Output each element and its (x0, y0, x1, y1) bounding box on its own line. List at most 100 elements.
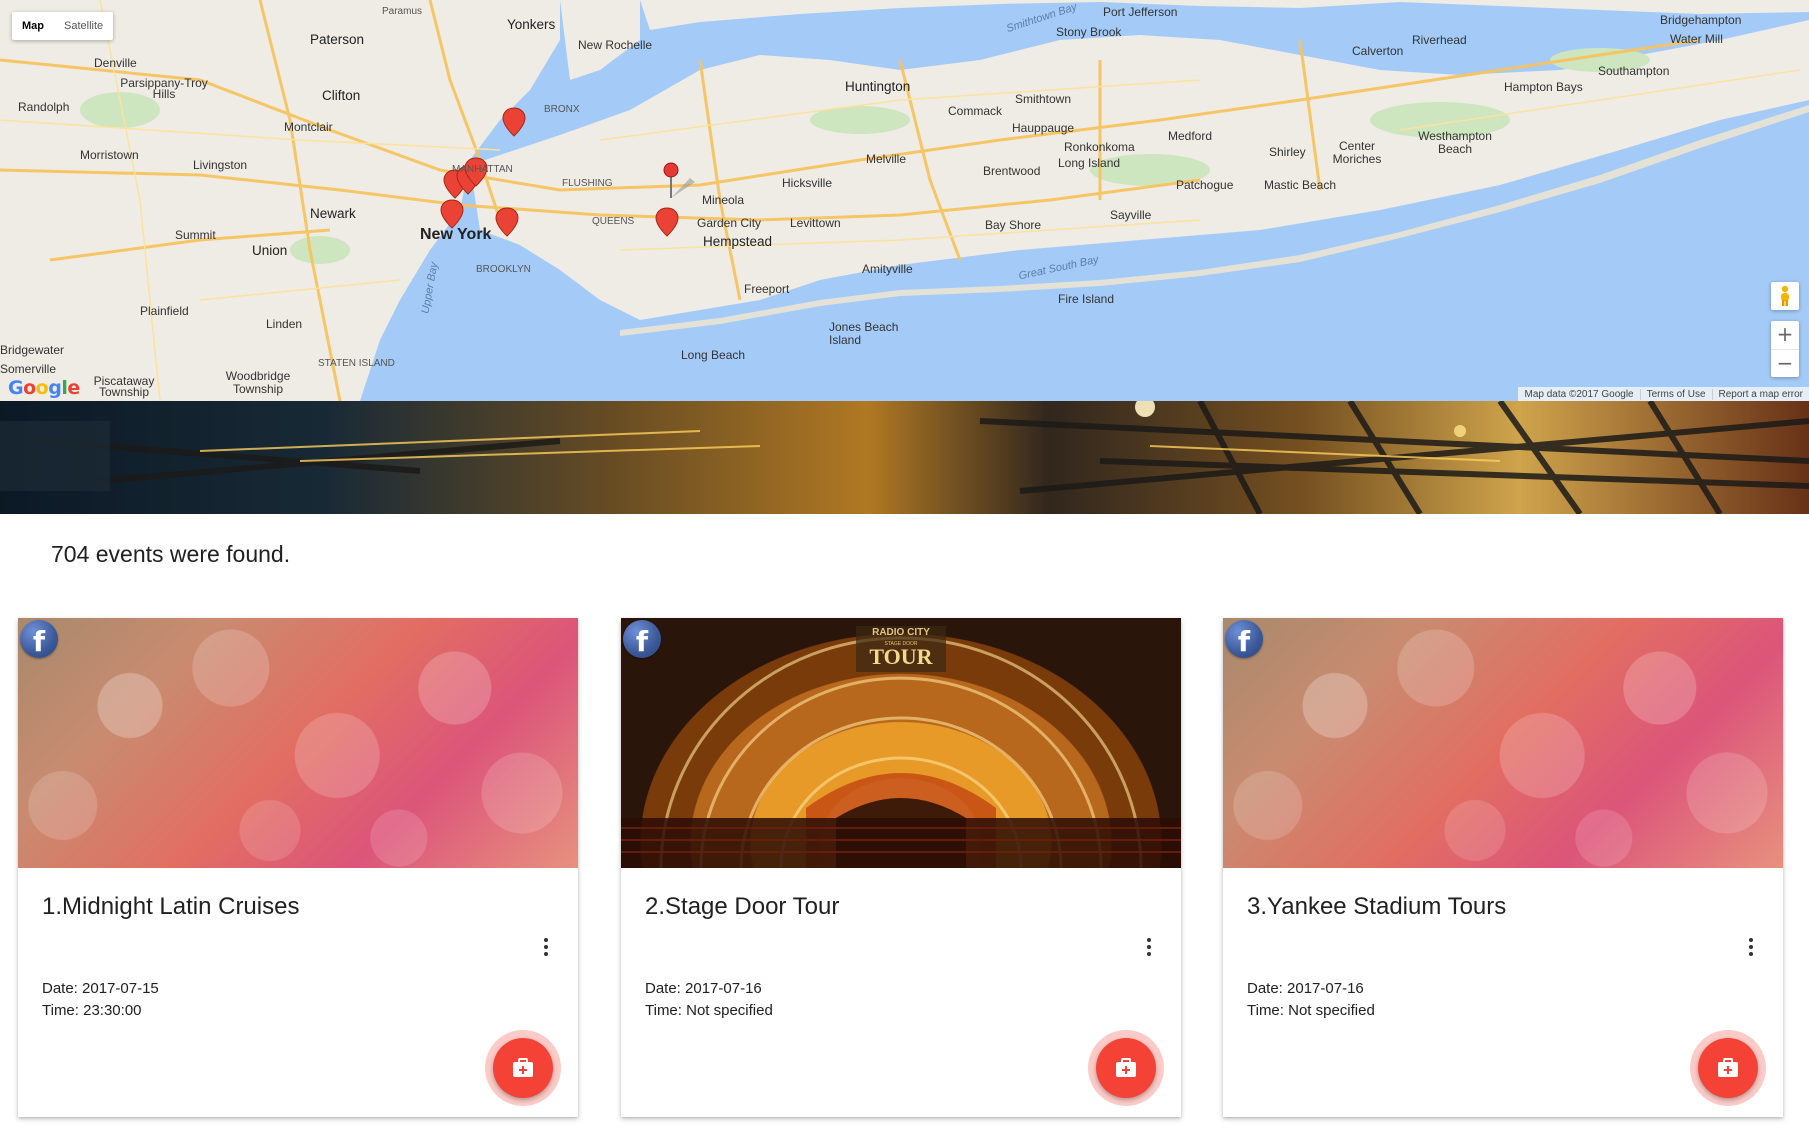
more-options-icon[interactable] (1145, 936, 1153, 958)
map-label-union: Union (252, 243, 288, 258)
map-label-shirley: Shirley (1269, 145, 1306, 159)
map-label-paramus: Paramus (382, 6, 423, 17)
map-label-ronkonkoma: Ronkonkoma (1064, 140, 1135, 154)
map-label-brooklyn: BROOKLYN (476, 264, 531, 275)
map-label-linden: Linden (266, 317, 303, 331)
map-type-map-button[interactable]: Map (12, 12, 54, 40)
map-label-randolph: Randolph (18, 100, 70, 114)
map-label-piscataway: Piscataway Township (93, 374, 155, 399)
map-label-new-rochelle: New Rochelle (578, 38, 653, 52)
map-label-garden-city: Garden City (697, 216, 762, 230)
map-label-bridgewater: Bridgewater (0, 343, 65, 357)
map-label-sayville: Sayville (1110, 208, 1152, 222)
map-label-montclair: Montclair (284, 120, 333, 134)
map-label-long-island: Long Island (1058, 156, 1121, 170)
event-image[interactable] (18, 618, 578, 868)
map-label-mineola: Mineola (702, 193, 745, 207)
map-label-brentwood: Brentwood (983, 164, 1041, 178)
suitcase-add-icon (1718, 1058, 1738, 1077)
radio-city-theater-illustration: RADIO CITY STAGE DOOR TOUR (621, 626, 1181, 868)
event-card[interactable]: f 1.Midnight Latin Cruises Date: 2017-07… (18, 618, 578, 1117)
map-label-queens: QUEENS (592, 216, 635, 227)
map-label-bridgehampton: Bridgehampton (1660, 13, 1742, 27)
map-label-newark: Newark (310, 206, 356, 221)
map-label-water-mill: Water Mill (1670, 32, 1723, 46)
map-label-bronx: BRONX (544, 104, 580, 115)
add-to-trip-button[interactable] (1088, 1030, 1164, 1106)
map-type-satellite-button[interactable]: Satellite (54, 12, 113, 40)
map-label-freeport: Freeport (744, 282, 790, 296)
map-label-yonkers: Yonkers (507, 17, 556, 32)
facebook-icon[interactable]: f (623, 620, 661, 658)
map-label-patchogue: Patchogue (1176, 178, 1234, 192)
city-banner-image (0, 401, 1809, 514)
street-view-pegman[interactable] (1771, 282, 1799, 310)
map-label-amityville: Amityville (862, 262, 913, 276)
event-time: Time: 23:30:00 (42, 1002, 142, 1019)
events-map[interactable]: New York Newark Yonkers New Rochelle Pat… (0, 0, 1809, 401)
map-label-riverhead: Riverhead (1412, 33, 1467, 47)
map-label-morristown: Morristown (80, 148, 139, 162)
add-to-trip-button[interactable] (1690, 1030, 1766, 1106)
map-label-commack: Commack (948, 104, 1003, 118)
event-title[interactable]: 3.Yankee Stadium Tours (1247, 893, 1506, 921)
map-label-port-jefferson: Port Jefferson (1103, 5, 1178, 19)
map-label-hauppauge: Hauppauge (1012, 121, 1075, 135)
zoom-in-button[interactable]: + (1771, 321, 1799, 350)
bridge-night-illustration (0, 401, 1809, 514)
map-label-levittown: Levittown (790, 216, 841, 230)
map-label-smithtown: Smithtown (1015, 92, 1072, 106)
event-time: Time: Not specified (1247, 1002, 1375, 1019)
event-date: Date: 2017-07-16 (1247, 980, 1364, 997)
map-label-stony-brook: Stony Brook (1056, 25, 1122, 39)
map-label-huntington: Huntington (845, 79, 911, 94)
map-label-long-beach: Long Beach (681, 348, 746, 362)
facebook-icon[interactable]: f (1225, 620, 1263, 658)
event-card[interactable]: RADIO CITY STAGE DOOR TOUR f 2.Stage Doo… (621, 618, 1181, 1117)
map-label-flushing: FLUSHING (562, 178, 613, 189)
image-label-tour: TOUR (869, 644, 933, 669)
map-label-calverton: Calverton (1352, 44, 1404, 58)
suitcase-add-icon (1116, 1058, 1136, 1077)
map-label-plainfield: Plainfield (140, 304, 189, 318)
add-to-trip-button[interactable] (485, 1030, 561, 1106)
event-title[interactable]: 2.Stage Door Tour (645, 893, 839, 921)
event-date: Date: 2017-07-15 (42, 980, 159, 997)
map-label-woodbridge: Woodbridge Township (225, 369, 291, 396)
event-card[interactable]: f 3.Yankee Stadium Tours Date: 2017-07-1… (1223, 618, 1783, 1117)
more-options-icon[interactable] (542, 936, 550, 958)
map-footer: Map data ©2017 Google Terms of Use Repor… (1518, 387, 1809, 401)
zoom-control: + − (1771, 321, 1799, 377)
results-count: 704 events were found. (51, 541, 291, 567)
event-image[interactable]: RADIO CITY STAGE DOOR TOUR (621, 618, 1181, 868)
map-label-summit: Summit (175, 228, 216, 242)
event-title[interactable]: 1.Midnight Latin Cruises (42, 893, 299, 921)
google-logo[interactable]: Google (8, 377, 80, 399)
map-label-clifton: Clifton (322, 88, 361, 103)
suitcase-add-icon (513, 1058, 533, 1077)
map-label-center-moriches: Center Moriches (1332, 139, 1382, 166)
report-map-error-link[interactable]: Report a map error (1711, 388, 1809, 400)
map-data-attribution: Map data ©2017 Google (1524, 388, 1634, 400)
map-label-bay-shore: Bay Shore (985, 218, 1042, 232)
map-label-denville: Denville (94, 56, 137, 70)
map-label-somerville: Somerville (0, 362, 57, 376)
more-options-icon[interactable] (1747, 936, 1755, 958)
zoom-out-button[interactable]: − (1771, 350, 1799, 378)
map-label-melville: Melville (866, 152, 907, 166)
event-time: Time: Not specified (645, 1002, 773, 1019)
map-label-westhampton: Westhampton Beach (1418, 129, 1492, 156)
map-label-livingston: Livingston (193, 158, 248, 172)
image-label-radio-city: RADIO CITY (872, 627, 930, 638)
map-label-paterson: Paterson (310, 32, 365, 47)
map-label-parsippany: Parsippany-Troy Hills (120, 76, 208, 101)
map-type-control: Map Satellite (12, 12, 114, 40)
map-label-jones-beach: Jones Beach Island (829, 320, 899, 347)
map-marker (502, 107, 526, 137)
event-image[interactable] (1223, 618, 1783, 868)
map-label-medford: Medford (1168, 129, 1213, 143)
map-label-hampton-bays: Hampton Bays (1504, 80, 1583, 94)
map-label-manhattan: MANHATTAN (452, 164, 513, 175)
terms-of-use-link[interactable]: Terms of Use (1639, 388, 1712, 400)
facebook-icon[interactable]: f (20, 620, 58, 658)
